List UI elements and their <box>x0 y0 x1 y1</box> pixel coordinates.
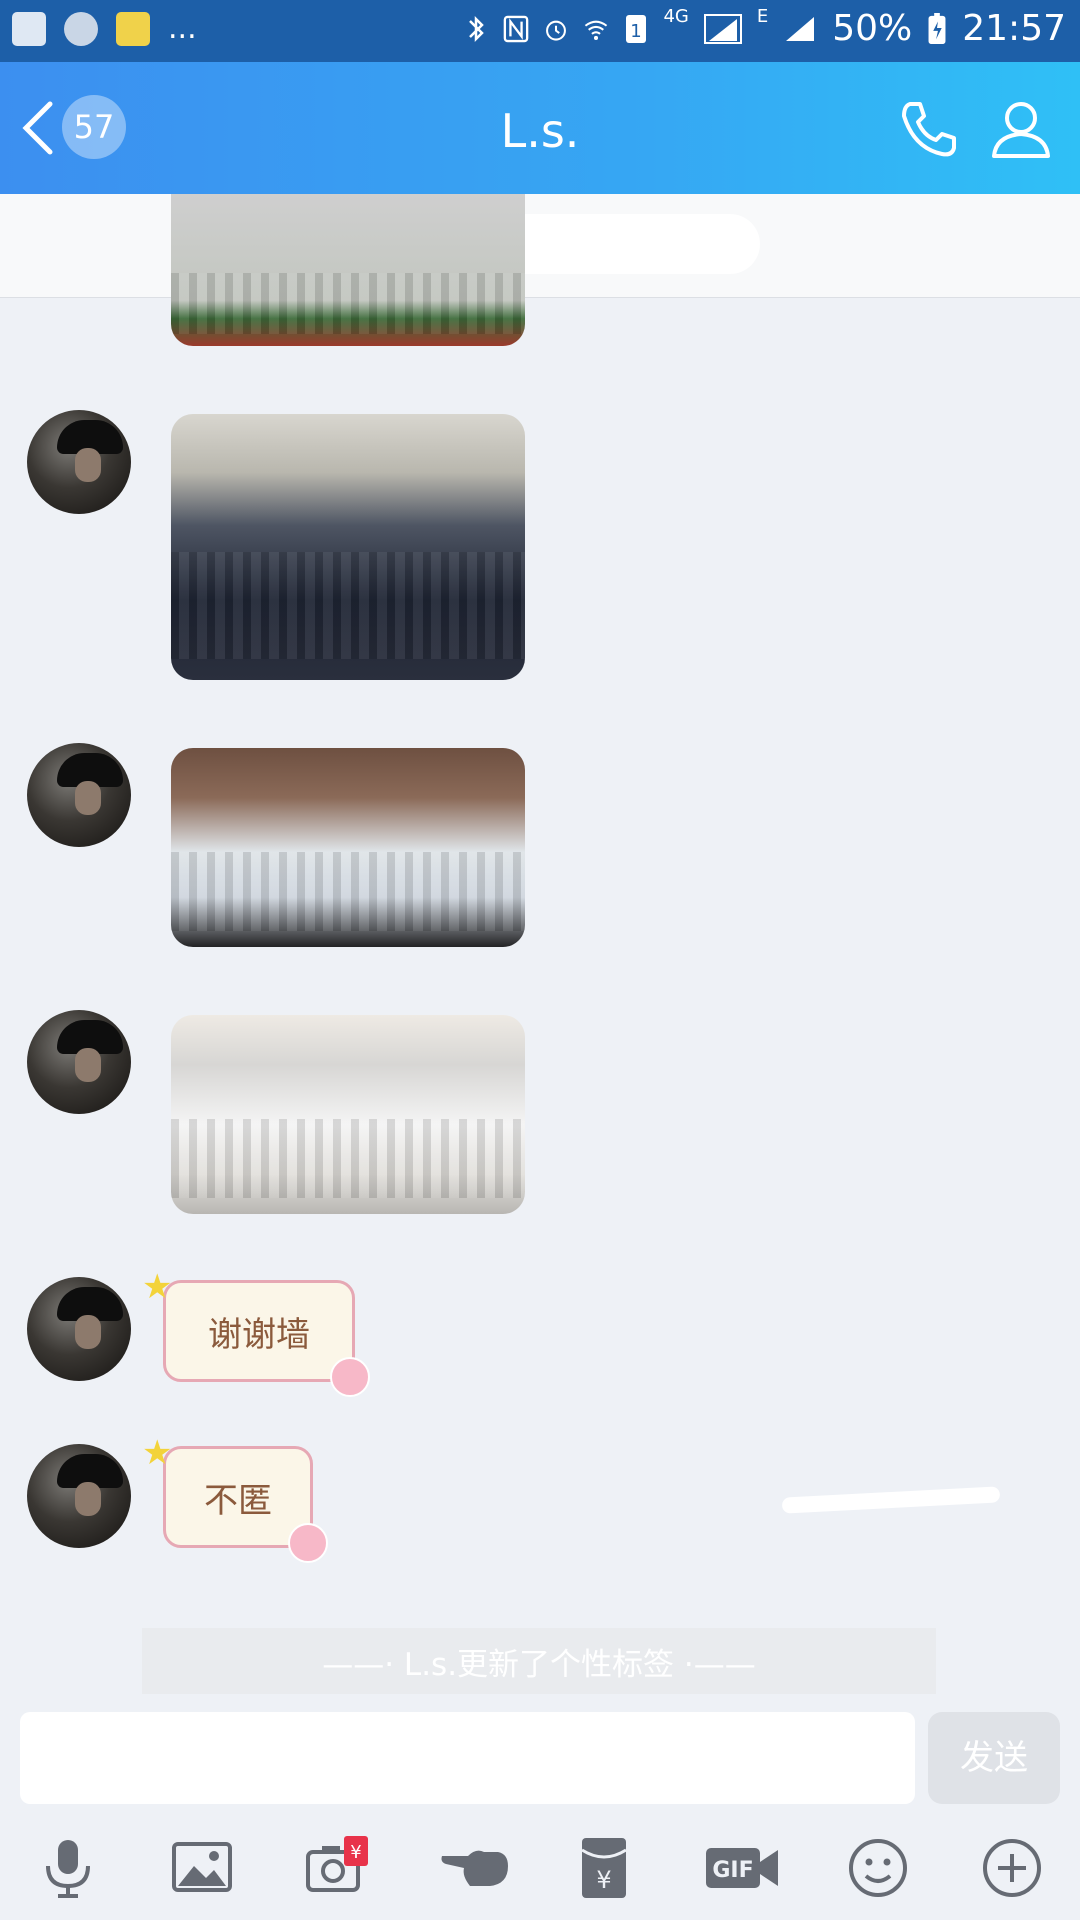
character-decoration-icon <box>288 1523 328 1563</box>
nfc-icon <box>504 15 529 42</box>
sticker-message-1[interactable]: ★ 谢谢墙 <box>142 1267 370 1397</box>
photo-crowd <box>171 1118 525 1199</box>
red-packet-icon[interactable]: ¥ <box>572 1836 636 1900</box>
signal-strength-2-icon <box>786 16 815 41</box>
photo-crowd <box>171 552 525 659</box>
avatar-face <box>75 1048 101 1082</box>
send-button[interactable]: 发送 <box>928 1712 1060 1804</box>
plus-icon[interactable] <box>980 1836 1044 1900</box>
microphone-icon[interactable] <box>36 1836 100 1900</box>
battery-icon <box>928 12 946 44</box>
sticker-text: 不匿 <box>204 1480 272 1521</box>
avatar[interactable] <box>27 410 131 514</box>
message-input[interactable] <box>20 1712 915 1804</box>
wifi-icon <box>585 20 608 40</box>
network-e-label: E <box>756 6 769 27</box>
phone-call-icon[interactable] <box>896 96 962 162</box>
more-notifications-text: ... <box>168 11 197 46</box>
status-left-icons: ... <box>12 12 197 46</box>
input-toolbar: ¥ ¥ GIF <box>0 1822 1080 1912</box>
gif-icon[interactable]: GIF <box>704 1836 780 1900</box>
svg-text:¥: ¥ <box>596 1866 611 1894</box>
image-message-3[interactable] <box>171 748 525 947</box>
sim1-icon: 1 <box>626 14 647 43</box>
star-decoration-icon: ★ <box>142 1433 173 1473</box>
avatar-face <box>75 448 101 482</box>
image-message-1[interactable] <box>171 194 525 346</box>
avatar-face <box>75 781 101 815</box>
avatar-face <box>75 1315 101 1349</box>
system-notice: ——· L.s.更新了个性标签 ·—— <box>142 1628 936 1694</box>
pinned-message-strip <box>0 194 1080 298</box>
gallery-notification-icon <box>12 12 46 46</box>
photo-crowd <box>171 851 525 932</box>
sticker-text: 谢谢墙 <box>208 1314 310 1355</box>
status-bar: ... 1 4G E 50% 21:57 <box>0 0 1080 62</box>
camera-icon[interactable]: ¥ <box>304 1836 368 1900</box>
bluetooth-icon <box>469 15 485 42</box>
avatar[interactable] <box>27 1277 131 1381</box>
avatar[interactable] <box>27 1444 131 1548</box>
clock: 21:57 <box>962 8 1066 49</box>
qq-notification-icon <box>64 12 98 46</box>
gif-label: GIF <box>712 1858 753 1883</box>
avatar[interactable] <box>27 1010 131 1114</box>
character-decoration-icon <box>330 1357 370 1397</box>
redaction-stroke <box>781 1486 1001 1514</box>
star-notification-icon <box>116 12 150 46</box>
contact-profile-icon[interactable] <box>988 96 1054 162</box>
sticker-message-2[interactable]: ★ 不匿 <box>142 1433 328 1563</box>
signal-strength-icon <box>703 13 742 44</box>
avatar-face <box>75 1482 101 1516</box>
poke-icon[interactable] <box>438 1836 512 1900</box>
image-icon[interactable] <box>170 1836 234 1900</box>
svg-text:¥: ¥ <box>350 1842 361 1863</box>
star-decoration-icon: ★ <box>142 1267 173 1307</box>
image-message-4[interactable] <box>171 1015 525 1214</box>
battery-percent: 50% <box>832 8 913 49</box>
alarm-icon <box>546 20 567 41</box>
emoji-icon[interactable] <box>846 1836 910 1900</box>
svg-text:1: 1 <box>631 21 642 42</box>
chat-header: 57 L.s. <box>0 62 1080 194</box>
avatar[interactable] <box>27 743 131 847</box>
network-4g-label: 4G <box>663 6 689 27</box>
photo-crowd <box>171 273 525 334</box>
image-message-2[interactable] <box>171 414 525 680</box>
status-right-icons: 1 4G E 50% 21:57 <box>463 6 1066 49</box>
